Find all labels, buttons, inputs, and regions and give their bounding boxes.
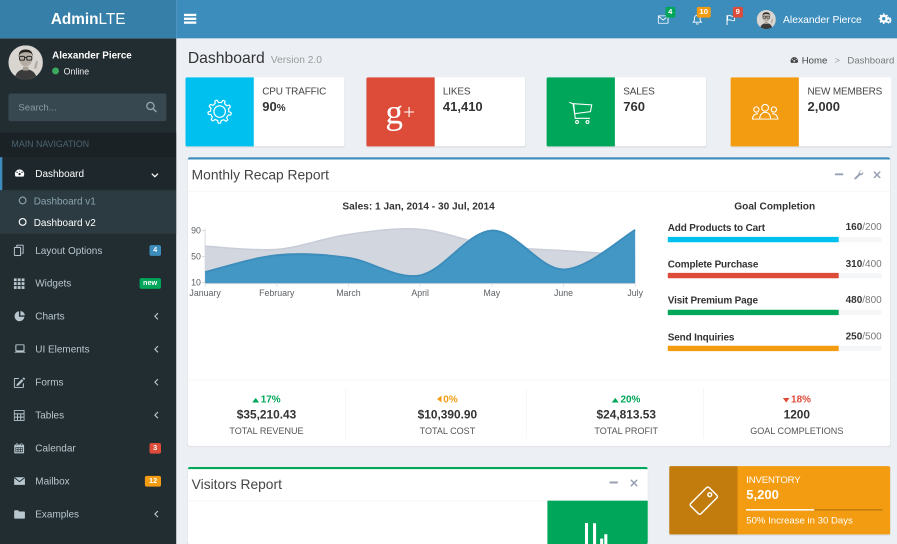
svg-text:50: 50 [191,252,201,262]
svg-text:February: February [259,288,295,298]
svg-text:90: 90 [191,226,201,236]
svg-text:March: March [336,288,361,298]
svg-text:January: January [189,288,221,298]
svg-text:May: May [484,288,501,298]
svg-text:April: April [411,288,429,298]
svg-text:July: July [627,288,643,298]
svg-text:June: June [554,288,573,298]
svg-text:10: 10 [191,278,201,288]
